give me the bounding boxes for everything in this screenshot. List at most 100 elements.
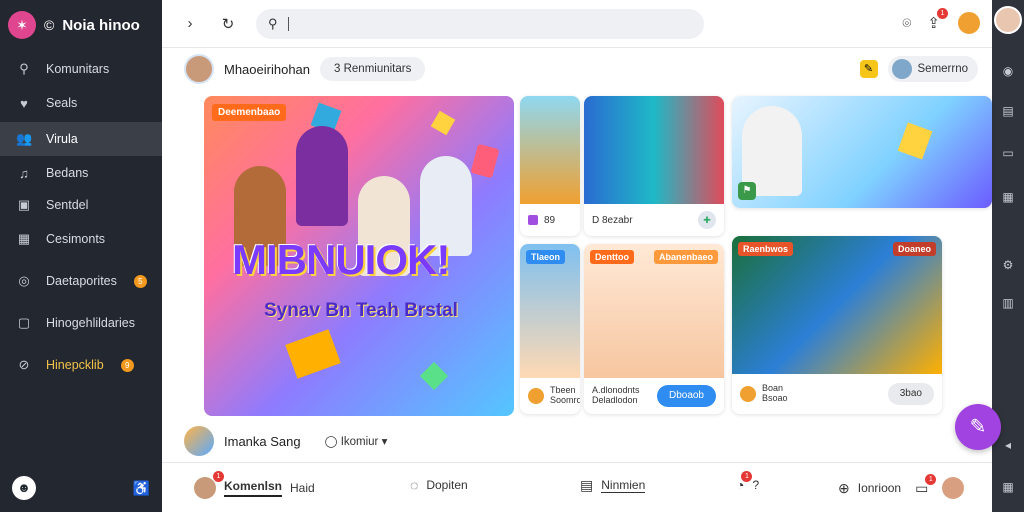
person-icon: ⚲ bbox=[19, 61, 29, 76]
folder-icon[interactable]: ▭ bbox=[992, 146, 1024, 160]
post-row: Imanka Sang ◯ Ikomiur ▾ bbox=[184, 426, 387, 456]
sidebar-item-komunitars[interactable]: ⚲ Komunitars bbox=[0, 52, 162, 86]
sidebar-item-label: Bedans bbox=[46, 166, 89, 180]
channel-avatar[interactable] bbox=[184, 54, 214, 84]
sidebar-item-bedans[interactable]: ♫ Bedans bbox=[0, 156, 162, 190]
card-footer: Boan Bsoao 3bao bbox=[732, 374, 942, 414]
sidebar-item-cesimonts[interactable]: ▦ Cesimonts bbox=[0, 222, 162, 256]
sidebar: ✶ © Noia hinoo ⚲ Komunitars ♥ Seals 👥 Vi… bbox=[0, 0, 162, 512]
bottom-tab-komenlsn[interactable]: 1 Komenlsn Haid bbox=[194, 471, 315, 499]
grid-icon: ▦ bbox=[17, 231, 31, 246]
bottom-tab-dopiten[interactable]: ◌ Dopiten bbox=[410, 477, 468, 493]
briefcase-icon[interactable]: ▤ bbox=[992, 104, 1024, 118]
watch-button[interactable]: Dboaob bbox=[656, 385, 716, 407]
chat-icon[interactable]: ✎ bbox=[859, 60, 878, 78]
more-button[interactable]: 3bao bbox=[887, 383, 934, 405]
profile-avatar bbox=[942, 477, 965, 499]
post-avatar[interactable] bbox=[184, 426, 214, 456]
video-card[interactable]: 89 bbox=[520, 96, 580, 236]
brand[interactable]: ✶ © Noia hinoo bbox=[0, 0, 162, 50]
app-icon bbox=[528, 215, 538, 225]
video-card[interactable]: ⚑ bbox=[732, 96, 992, 208]
search-icon: ⚲ bbox=[268, 15, 278, 31]
forward-icon[interactable]: › bbox=[180, 15, 200, 32]
account-avatar bbox=[891, 59, 912, 79]
card-thumbnail bbox=[732, 236, 942, 374]
calendar-icon[interactable]: ▦ bbox=[992, 190, 1024, 204]
bottom-tab-ionrioon[interactable]: ⊕ Ionrioon ▭ 1 bbox=[838, 473, 965, 499]
card-thumbnail bbox=[584, 96, 724, 204]
bottom-tab-ninmien[interactable]: ▤ Ninmien bbox=[580, 477, 646, 494]
card-footer: A.dlonodnts Deladlodon Dboaob bbox=[584, 378, 724, 414]
card-meta: A.dlonodnts Deladlodon bbox=[592, 385, 640, 405]
action-icon[interactable]: ✚ bbox=[698, 211, 716, 229]
chevron-down-icon: ▾ bbox=[381, 436, 388, 448]
sidebar-item-hinogehlildaries[interactable]: ▢ Hinogehlildaries bbox=[0, 306, 162, 340]
bottom-tab-chat[interactable]: ◔ 1 ? bbox=[736, 471, 759, 493]
tab-extra: Haid bbox=[290, 481, 315, 495]
hero-title: MIBNUIOK! bbox=[232, 236, 450, 283]
video-card[interactable]: Tlaeon Tbeen Soomro bbox=[520, 244, 580, 414]
comment-button[interactable]: ◯ Ikomiur ▾ bbox=[325, 434, 388, 448]
share-icon[interactable]: ⇪ 1 bbox=[927, 8, 948, 32]
sidebar-item-hinepcklib[interactable]: ⊘ Hinepcklib 9 bbox=[0, 348, 162, 382]
box-icon: ▢ bbox=[17, 315, 31, 330]
card-thumbnail bbox=[520, 244, 580, 378]
game-icon: ⚑ bbox=[738, 182, 756, 200]
sidebar-item-virula[interactable]: 👥 Virula bbox=[0, 122, 162, 156]
chrome-icon[interactable]: ◉ bbox=[992, 64, 1024, 78]
sidebar-item-daetaporites[interactable]: ◎ Daetaporites 5 bbox=[0, 264, 162, 298]
stack-icon[interactable]: ▥ bbox=[992, 296, 1024, 310]
hero-tag: Deemenbaao bbox=[212, 104, 287, 121]
card-tag: Doaneo bbox=[892, 242, 936, 256]
community-pill[interactable]: 3 Renmiunitars bbox=[320, 57, 426, 81]
accessibility-icon[interactable]: ♿ bbox=[133, 480, 150, 497]
account-pill[interactable]: Semerrno bbox=[887, 56, 978, 82]
video-card[interactable]: Denttoo Abanenbaeo A.dlonodnts Deladlodon… bbox=[584, 244, 724, 414]
account-pill-label: Semerrno bbox=[917, 63, 969, 75]
video-card[interactable]: D 8ezabr ✚ bbox=[584, 96, 724, 236]
user-avatar[interactable] bbox=[956, 10, 982, 36]
tab-label: Ionrioon bbox=[857, 481, 902, 495]
sidebar-item-seals[interactable]: ♥ Seals bbox=[0, 86, 162, 120]
refresh-icon[interactable]: ↻ bbox=[218, 15, 238, 33]
square-icon: ▣ bbox=[17, 197, 31, 212]
pen-icon: ✎ bbox=[969, 416, 987, 438]
count-badge: 9 bbox=[120, 358, 134, 372]
decor-shape bbox=[470, 143, 500, 179]
sidebar-item-label: Hinogehlildaries bbox=[46, 316, 135, 330]
hero-banner[interactable]: Deemenbaao MIBNUIOK! Synav Bn Teah Brsta… bbox=[204, 96, 514, 416]
search-bar[interactable]: ⚲ bbox=[256, 8, 704, 39]
sidebar-item-label: Cesimonts bbox=[46, 232, 106, 246]
sidebar-item-label: Komunitars bbox=[46, 62, 110, 76]
post-author[interactable]: Imanka Sang bbox=[224, 434, 301, 449]
top-bar: › ↻ ⚲ ⌾ ⇪ 1 bbox=[162, 0, 992, 48]
tab-label: Ninmien bbox=[601, 478, 646, 493]
channel-icon bbox=[740, 386, 756, 402]
settings-icon[interactable]: ⚙ bbox=[992, 258, 1024, 272]
notification-badge: 1 bbox=[925, 473, 937, 485]
card-meta: Boan Bsoao bbox=[762, 383, 788, 403]
comment-label: Ikomiur bbox=[340, 436, 379, 448]
video-card[interactable]: Raenbwos Doaneo Boan Bsoao 3bao bbox=[732, 236, 942, 414]
card-footer: Tbeen Soomro bbox=[520, 378, 580, 414]
sidebar-item-label: Hinepcklib bbox=[46, 358, 104, 372]
decor-shape bbox=[897, 122, 933, 160]
sub-header: Mhaoeirihohan 3 Renmiunitars ✎ Semerrno bbox=[162, 48, 992, 90]
search-input[interactable] bbox=[287, 16, 668, 31]
location-icon[interactable]: ⌾ bbox=[902, 15, 911, 32]
hero-subtitle: Synav Bn Teah Brstal bbox=[264, 300, 458, 321]
profile-avatar-icon[interactable]: ☻ bbox=[12, 476, 36, 500]
card-footer: D 8ezabr ✚ bbox=[584, 204, 724, 236]
sidebar-item-sentdel[interactable]: ▣ Sentdel bbox=[0, 188, 162, 222]
sidebar-item-label: Sentdel bbox=[46, 198, 89, 212]
chat-icon: ◔ 1 bbox=[736, 471, 753, 493]
rail-avatar[interactable] bbox=[994, 6, 1022, 34]
sub-header-actions: ✎ Semerrno bbox=[859, 56, 978, 82]
notification-badge: 1 bbox=[741, 471, 753, 482]
channel-icon bbox=[528, 388, 544, 404]
notification-badge: 1 bbox=[213, 471, 224, 482]
count-badge: 5 bbox=[133, 274, 147, 288]
grid-icon[interactable]: ▦ bbox=[992, 480, 1024, 494]
compose-fab-button[interactable]: ✎ bbox=[955, 404, 1001, 450]
